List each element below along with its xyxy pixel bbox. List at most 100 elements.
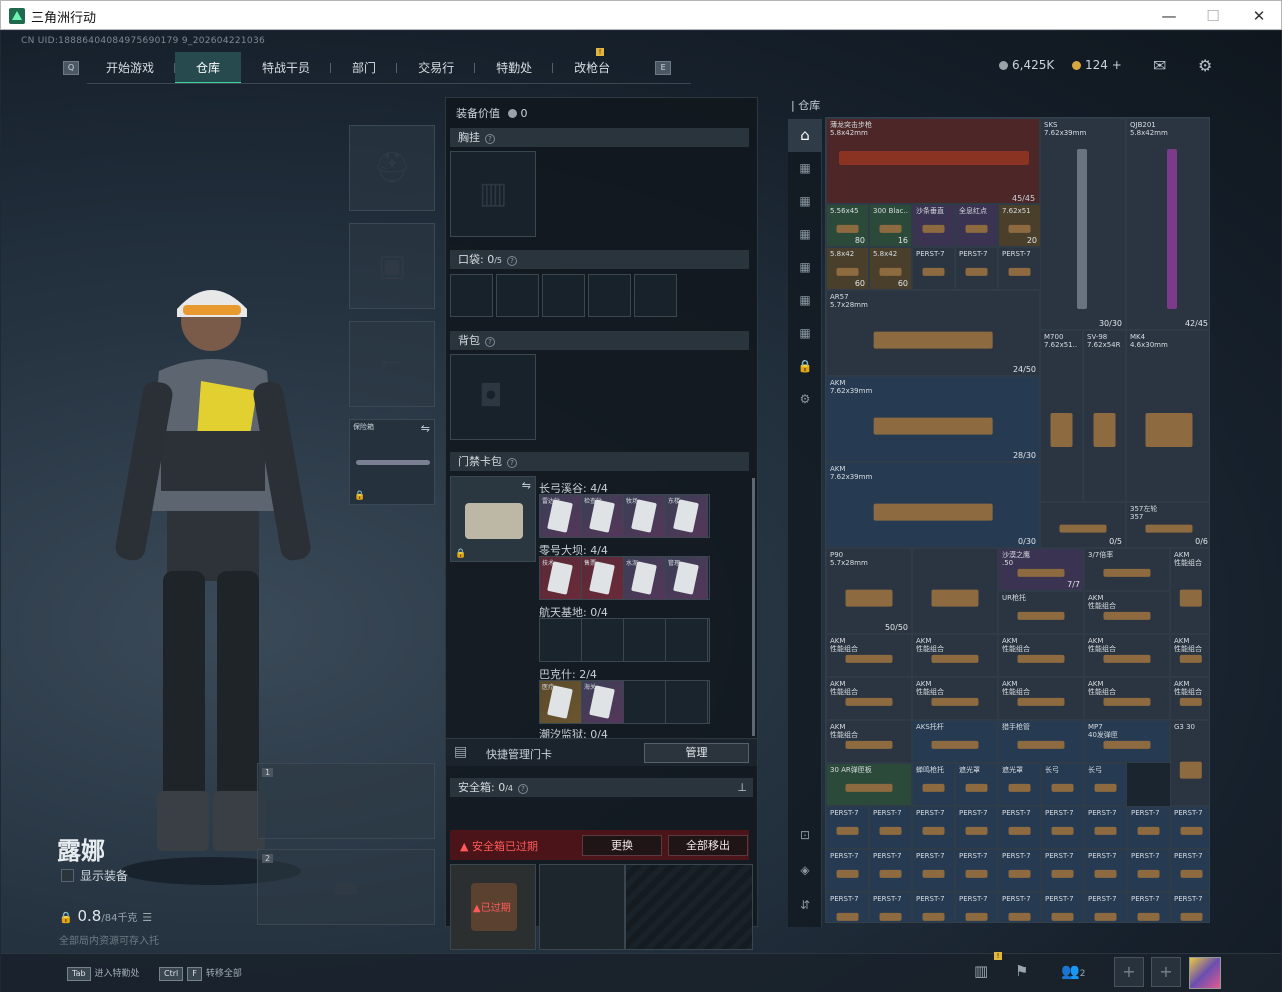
help-icon[interactable]: ? xyxy=(485,337,495,347)
ticket-balance[interactable]: 124 + xyxy=(1072,58,1122,72)
stash-item-akm-part[interactable]: AKM 性能组合 xyxy=(1170,548,1209,634)
tab-special-ops[interactable]: 特勤处 xyxy=(475,52,554,84)
manage-button[interactable]: 管理 xyxy=(644,743,749,763)
stash-item-p90[interactable]: P90 5.7x28mm 50/50 xyxy=(826,548,912,634)
stash-item-m700[interactable]: M700 7.62x51.. xyxy=(1040,330,1083,502)
pocket-slot[interactable] xyxy=(542,274,585,317)
stash-item-scope[interactable]: PERST-7 xyxy=(869,892,912,922)
stash-tab-3-icon[interactable]: ▦ xyxy=(788,218,822,251)
stash-item-scope[interactable]: PERST-7 xyxy=(1041,892,1084,922)
enter-special-ops-hint[interactable]: Tab 进入特勤处 xyxy=(67,966,140,981)
keycard-slot[interactable] xyxy=(624,619,666,661)
stash-item-mk4[interactable]: MK4 4.6x30mm xyxy=(1126,330,1209,502)
stash-item-scope[interactable]: PERST-7 xyxy=(1084,806,1127,849)
stash-item-mag[interactable]: G3 30 xyxy=(1170,720,1209,806)
safe-box-inner-slot[interactable] xyxy=(539,864,625,950)
stats-icon[interactable]: ▥ xyxy=(974,962,988,980)
stash-item-scope[interactable]: PERST-7 xyxy=(912,849,955,892)
keycard[interactable]: 售票 xyxy=(582,557,624,599)
stash-item-akm-part[interactable]: AKM 性能组合 xyxy=(826,720,912,763)
stash-item-akm-part[interactable]: AKM 性能组合 xyxy=(1170,677,1209,720)
keycard[interactable]: 牧场 xyxy=(624,495,666,537)
stash-item-part[interactable]: AKS托杆 xyxy=(912,720,998,763)
mail-icon[interactable]: ✉ xyxy=(1153,56,1166,75)
stash-main-icon[interactable]: ⌂ xyxy=(788,119,822,152)
stash-item-ammo[interactable]: 5.56x45 80 xyxy=(826,204,869,247)
stash-item-attachment[interactable]: 长弓 xyxy=(1041,763,1084,806)
minimize-button[interactable]: — xyxy=(1149,4,1189,28)
stash-item-attachment[interactable]: 长弓 xyxy=(1084,763,1127,806)
stash-item-ammo[interactable]: 5.8x42 60 xyxy=(869,247,912,290)
stash-tab-2-icon[interactable]: ▦ xyxy=(788,185,822,218)
tab-trading[interactable]: 交易行 xyxy=(397,52,476,84)
stash-item-akm-part[interactable]: AKM 性能组合 xyxy=(912,677,998,720)
stash-item-scope[interactable]: PERST-7 xyxy=(1084,892,1127,922)
stash-item-scope[interactable]: PERST-7 xyxy=(912,892,955,922)
invite-slot-button[interactable]: + xyxy=(1114,957,1144,987)
nav-next-key[interactable]: E xyxy=(655,61,672,75)
tab-warehouse[interactable]: 仓库 xyxy=(175,52,242,84)
squad-icon[interactable]: 👥2 xyxy=(1061,962,1085,980)
stash-item-scope[interactable]: PERST-7 xyxy=(869,806,912,849)
keycard[interactable]: 医疗 xyxy=(540,681,582,723)
stash-item-scope[interactable]: PERST-7 xyxy=(955,892,998,922)
stash-item-scope[interactable]: PERST-7 xyxy=(1127,892,1170,922)
stash-item-stock[interactable]: UR枪托 xyxy=(998,591,1084,634)
tab-start-game[interactable]: 开始游戏 xyxy=(85,52,176,84)
stash-item-scope[interactable]: PERST-7 xyxy=(1170,806,1209,849)
coin-balance[interactable]: 6,425K xyxy=(999,58,1054,72)
keycard[interactable]: 水泥 xyxy=(624,557,666,599)
transfer-all-hint[interactable]: Ctrl F 转移全部 xyxy=(159,966,242,981)
stash-item-ammo[interactable]: 300 Blac.. 16 xyxy=(869,204,912,247)
stash-item-ar57[interactable]: AR57 5.7x28mm 24/50 xyxy=(826,290,1040,376)
stash-tab-5-icon[interactable]: ▦ xyxy=(788,284,822,317)
show-equipment-toggle[interactable]: 显示装备 xyxy=(61,867,128,884)
swap-icon[interactable]: ⇋ xyxy=(522,479,531,492)
help-icon[interactable]: ? xyxy=(485,134,495,144)
stash-item-attachment[interactable]: 遮光罩 xyxy=(998,763,1041,806)
settings-gear-icon[interactable]: ⚙ xyxy=(1198,56,1212,75)
backpack-slot[interactable]: ◘ xyxy=(450,354,536,440)
pistol-slot[interactable]: ⌐ xyxy=(349,321,435,407)
stash-item-ammo[interactable]: PERST-7 xyxy=(955,247,998,290)
gear-icon[interactable]: ⚙ xyxy=(788,383,822,416)
stash-item-scope[interactable]: PERST-7 xyxy=(998,892,1041,922)
help-icon[interactable]: ? xyxy=(518,784,529,794)
flag-icon[interactable]: ⚑ xyxy=(1015,962,1028,980)
stash-item-p90-body[interactable] xyxy=(912,548,998,634)
stash-item-akm-part[interactable]: AKM 性能组合 xyxy=(826,677,912,720)
pocket-slot[interactable] xyxy=(496,274,539,317)
scrollbar[interactable] xyxy=(752,478,755,736)
stash-item-scope[interactable]: 3/7倍率 xyxy=(1084,548,1170,591)
stash-item-akm[interactable]: AKM 7.62x39mm 28/30 xyxy=(826,376,1040,462)
stash-item-scope[interactable]: PERST-7 xyxy=(1170,849,1209,892)
stash-item-scope[interactable]: PERST-7 xyxy=(1170,892,1209,922)
stash-item-rifle[interactable]: 薄龙突击步枪 5.8x42mm xyxy=(826,118,1040,204)
stash-item-scope[interactable]: PERST-7 xyxy=(1041,849,1084,892)
stash-item-scope[interactable]: PERST-7 xyxy=(1127,849,1170,892)
stash-item-part[interactable]: MP7 40发弹匣 xyxy=(1084,720,1170,763)
stash-item-scope[interactable]: PERST-7 xyxy=(826,806,869,849)
close-button[interactable]: ✕ xyxy=(1239,4,1279,28)
stash-tab-6-icon[interactable]: ▦ xyxy=(788,317,822,350)
keycard[interactable]: 海关 xyxy=(582,681,624,723)
keycard-slot[interactable] xyxy=(582,619,624,661)
armor-slot[interactable]: ▣ xyxy=(349,223,435,309)
stash-item-akm-part[interactable]: AKM 性能组合 xyxy=(1084,634,1170,677)
keycard[interactable]: 东楼 xyxy=(666,495,708,537)
stash-item-scope[interactable]: PERST-7 xyxy=(1127,806,1170,849)
stash-item-scope[interactable]: PERST-7 xyxy=(826,892,869,922)
keycard[interactable]: 技术 xyxy=(540,557,582,599)
stash-item-scope[interactable]: PERST-7 xyxy=(869,849,912,892)
stash-item-ammo[interactable]: 5.8x42 60 xyxy=(826,247,869,290)
stash-item-pistol[interactable]: 沙漠之鹰 .50 7/7 xyxy=(998,548,1084,591)
stash-item-attachment[interactable]: 蝉鸣枪托 xyxy=(912,763,955,806)
stash-item-akm-part[interactable]: AKM 性能组合 xyxy=(998,634,1084,677)
stash-item-scope[interactable]: PERST-7 xyxy=(998,806,1041,849)
pocket-slot[interactable] xyxy=(450,274,493,317)
keycard-slot[interactable] xyxy=(540,619,582,661)
keycard-case-slot[interactable]: ⇋ 🔒 xyxy=(450,476,536,562)
tab-operators[interactable]: 特战干员 xyxy=(241,52,332,84)
keycard[interactable]: 管理 xyxy=(666,557,708,599)
player-avatar[interactable] xyxy=(1189,957,1221,989)
